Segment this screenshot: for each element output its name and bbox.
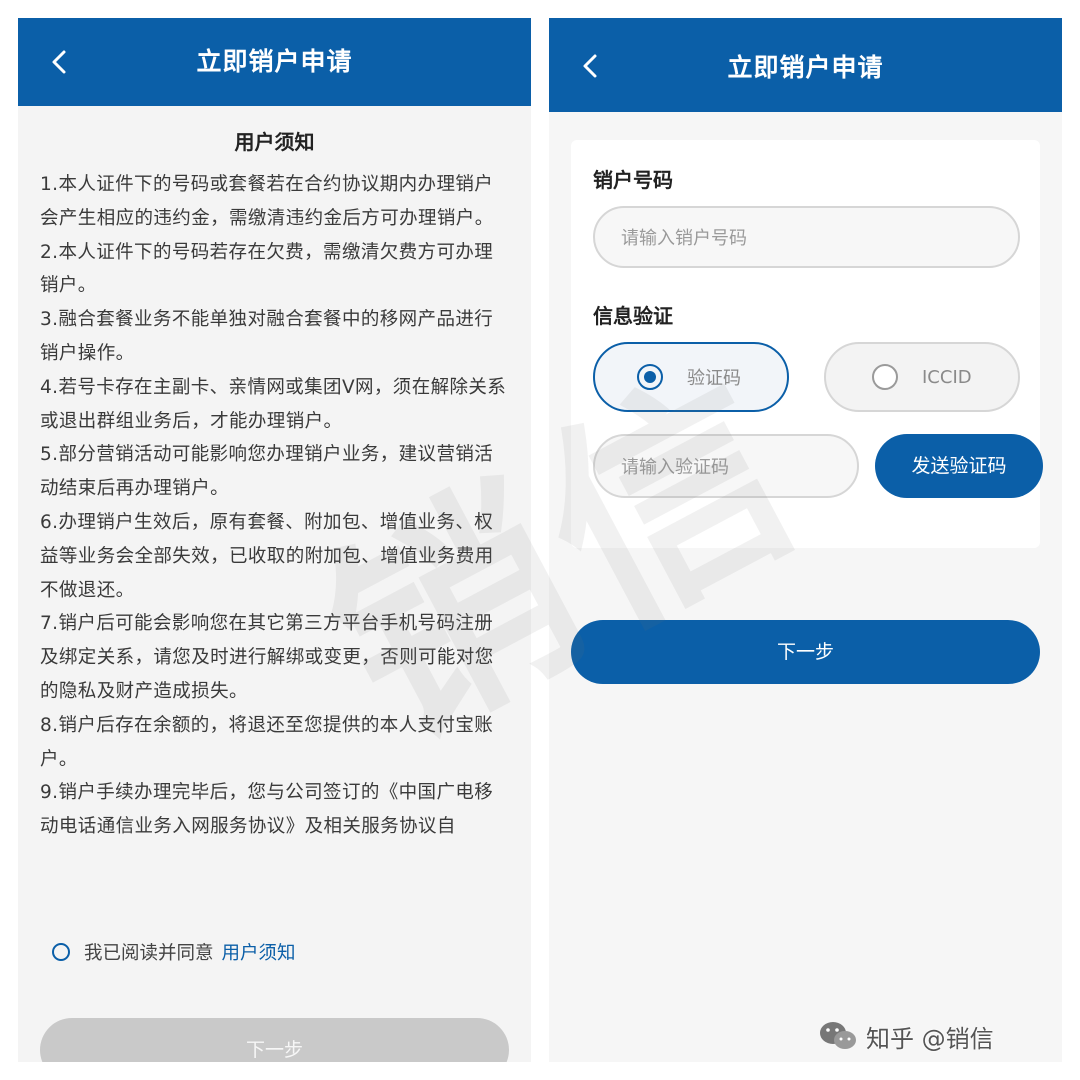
next-button[interactable]: 下一步 <box>571 620 1040 684</box>
form-card: 销户号码 请输入销户号码 信息验证 验证码 ICCID 请输入验证码 发送验证码 <box>571 140 1043 548</box>
notice-item: 1.本人证件下的号码或套餐若在合约协议期内办理销户会产生相应的违约金，需缴清违约… <box>40 174 494 229</box>
notice-item: 6.办理销户生效后，原有套餐、附加包、增值业务、权益等业务会全部失效，已收取的附… <box>40 511 494 601</box>
notice-body[interactable]: 1.本人证件下的号码或套餐若在合约协议期内办理销户会产生相应的违约金，需缴清违约… <box>40 168 512 906</box>
header-bar: 立即销户申请 <box>549 18 1062 112</box>
notice-title: 用户须知 <box>234 130 315 154</box>
option-label: 验证码 <box>687 368 741 389</box>
notice-link[interactable]: 用户须知 <box>222 939 296 965</box>
credit-text: 知乎 @销信 <box>866 1024 994 1053</box>
header-title: 立即销户申请 <box>727 53 884 82</box>
header-title: 立即销户申请 <box>196 47 353 76</box>
option-label: ICCID <box>922 366 972 388</box>
option-verification-code[interactable]: 验证码 <box>593 342 789 412</box>
header-bar: 立即销户申请 <box>18 18 531 106</box>
radio-unselected-icon <box>872 364 898 390</box>
account-number-input[interactable]: 请输入销户号码 <box>593 206 1020 268</box>
notice-item: 2.本人证件下的号码若存在欠费，需缴清欠费方可办理销户。 <box>40 241 494 297</box>
wechat-icon <box>820 1022 856 1049</box>
agree-row: 我已阅读并同意 用户须知 <box>52 936 296 968</box>
notice-screen: 立即销户申请 用户须知 1.本人证件下的号码或套餐若在合约协议期内办理销户会产生… <box>18 18 531 1062</box>
account-form-screen: 立即销户申请 销户号码 请输入销户号码 信息验证 验证码 ICCID 请输入验证… <box>549 18 1062 1062</box>
notice-item: 5.部分营销活动可能影响您办理销户业务，建议营销活动结束后再办理销户。 <box>40 444 494 500</box>
notice-item: 9.销户手续办理完毕后，您与公司签订的《中国广电移动电话通信业务入网服务协议》及… <box>40 782 494 838</box>
notice-item: 4.若号卡存在主副卡、亲情网或集团V网，须在解除关系或退出群组业务后，才能办理销… <box>40 376 507 432</box>
verify-label: 信息验证 <box>593 304 673 328</box>
send-code-button[interactable]: 发送验证码 <box>875 434 1043 498</box>
agree-radio[interactable] <box>52 943 70 961</box>
notice-item: 7.销户后可能会影响您在其它第三方平台手机号码注册及绑定关系，请您及时进行解绑或… <box>40 613 494 702</box>
verification-code-placeholder: 请输入验证码 <box>621 457 729 478</box>
next-button-disabled[interactable]: 下一步 <box>40 1018 509 1062</box>
option-iccid[interactable]: ICCID <box>824 342 1020 412</box>
account-number-placeholder: 请输入销户号码 <box>621 228 747 249</box>
radio-selected-icon <box>637 364 663 390</box>
notice-item: 8.销户后存在余额的，将退还至您提供的本人支付宝账户。 <box>40 714 494 770</box>
verification-code-input[interactable]: 请输入验证码 <box>593 434 859 498</box>
agree-text: 我已阅读并同意 <box>84 943 214 964</box>
number-label: 销户号码 <box>593 168 673 192</box>
source-credit: 知乎 @销信 <box>818 1016 994 1056</box>
notice-item: 3.融合套餐业务不能单独对融合套餐中的移网产品进行销户操作。 <box>40 309 494 364</box>
